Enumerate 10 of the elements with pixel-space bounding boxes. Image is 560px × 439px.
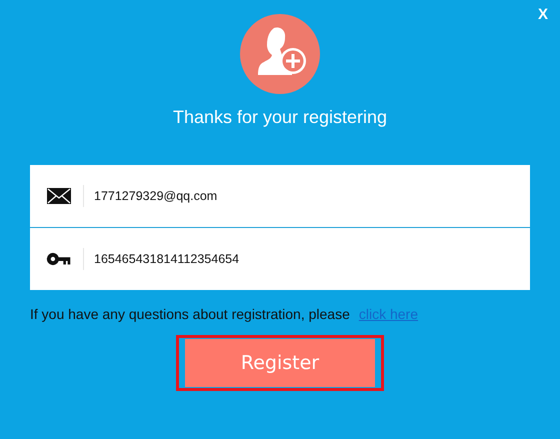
envelope-icon xyxy=(46,187,72,205)
email-field[interactable]: 1771279329@qq.com xyxy=(94,181,530,211)
key-icon xyxy=(46,251,72,267)
add-user-icon xyxy=(240,14,320,94)
help-link[interactable]: click here xyxy=(358,306,418,322)
key-field[interactable]: 165465431814112354654 xyxy=(94,244,530,274)
dialog-title: Thanks for your registering xyxy=(172,107,388,128)
help-text: If you have any questions about registration, please xyxy=(30,306,350,322)
close-button[interactable]: X xyxy=(534,4,552,25)
register-button[interactable]: Register xyxy=(176,335,384,391)
